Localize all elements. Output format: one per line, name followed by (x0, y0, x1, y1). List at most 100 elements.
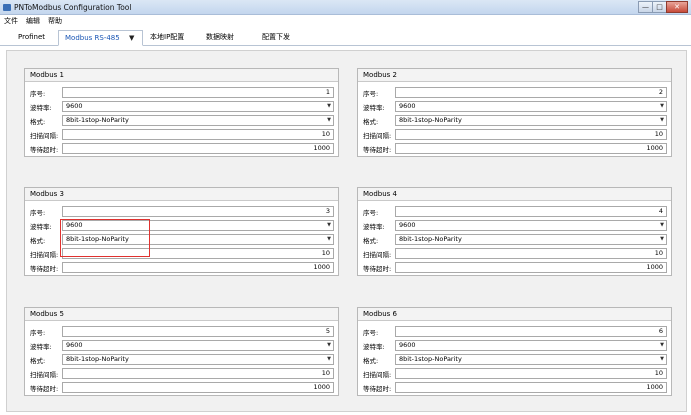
format-select[interactable]: 8bit-1stop-NoParity ▼ (395, 115, 667, 126)
baud-select[interactable]: 9600 ▼ (395, 220, 667, 231)
label-index: 序号: (30, 209, 46, 217)
baud-select[interactable]: 9600 ▼ (62, 340, 334, 351)
chevron-down-icon[interactable]: ▼ (327, 102, 331, 111)
label-format: 格式: (30, 357, 46, 365)
index-input[interactable]: 6 (395, 326, 667, 337)
label-format: 格式: (30, 237, 46, 245)
modbus-group-3: Modbus 3 序号: 3 波特率: 9600 ▼ 格式: 8bit-1stop-No… (24, 187, 339, 276)
format-value: 8bit-1stop-NoParity (66, 355, 129, 363)
baud-select[interactable]: 9600 ▼ (395, 101, 667, 112)
label-baud: 波特率: (363, 223, 385, 231)
chevron-down-icon[interactable]: ▼ (660, 102, 664, 111)
label-index: 序号: (30, 329, 46, 337)
scan-interval-input[interactable]: 10 (395, 248, 667, 259)
chevron-down-icon[interactable]: ▼ (660, 116, 664, 125)
menu-edit[interactable]: 编辑 (26, 15, 40, 27)
tab-profinet[interactable]: Profinet (12, 30, 51, 46)
format-value: 8bit-1stop-NoParity (399, 116, 462, 124)
label-index: 序号: (363, 329, 379, 337)
chevron-down-icon[interactable]: ▼ (660, 341, 664, 350)
timeout-input[interactable]: 1000 (62, 262, 334, 273)
index-input[interactable]: 4 (395, 206, 667, 217)
label-scan: 扫描间隔: (363, 371, 392, 379)
label-format: 格式: (363, 118, 379, 126)
window-title: PNToModbus Configuration Tool (14, 3, 132, 12)
label-scan: 扫描间隔: (363, 251, 392, 259)
minimize-button[interactable]: — (638, 1, 653, 13)
chevron-down-icon[interactable]: ▼ (660, 355, 664, 364)
timeout-input[interactable]: 1000 (395, 382, 667, 393)
chevron-down-icon[interactable]: ▼ (327, 355, 331, 364)
menu-help[interactable]: 帮助 (48, 15, 62, 27)
label-format: 格式: (30, 118, 46, 126)
modbus-group-2: Modbus 2 序号: 2 波特率: 9600 ▼ 格式: 8bit-1stop-No… (357, 68, 672, 157)
timeout-input[interactable]: 1000 (62, 143, 334, 154)
label-timeout: 等待超时: (363, 265, 392, 273)
maximize-button[interactable]: □ (652, 1, 667, 13)
group-title: Modbus 2 (358, 69, 671, 82)
index-input[interactable]: 1 (62, 87, 334, 98)
chevron-down-icon[interactable]: ▼ (327, 235, 331, 244)
chevron-down-icon[interactable]: ▼ (660, 221, 664, 230)
modbus-group-5: Modbus 5 序号: 5 波特率: 9600 ▼ 格式: 8bit-1stop-No… (24, 307, 339, 396)
scan-interval-input[interactable]: 10 (62, 368, 334, 379)
baud-select[interactable]: 9600 ▼ (62, 220, 334, 231)
label-timeout: 等待超时: (363, 146, 392, 154)
label-baud: 波特率: (363, 104, 385, 112)
modbus-group-6: Modbus 6 序号: 6 波特率: 9600 ▼ 格式: 8bit-1stop-No… (357, 307, 672, 396)
scan-interval-input[interactable]: 10 (395, 368, 667, 379)
format-select[interactable]: 8bit-1stop-NoParity ▼ (395, 234, 667, 245)
format-value: 8bit-1stop-NoParity (399, 235, 462, 243)
format-value: 8bit-1stop-NoParity (66, 116, 129, 124)
menu-file[interactable]: 文件 (4, 15, 18, 27)
timeout-input[interactable]: 1000 (395, 262, 667, 273)
label-baud: 波特率: (363, 343, 385, 351)
chevron-down-icon[interactable]: ▼ (129, 31, 134, 45)
tab-config-download[interactable]: 配置下发 (256, 30, 296, 46)
baud-value: 9600 (399, 221, 416, 229)
label-index: 序号: (363, 90, 379, 98)
label-baud: 波特率: (30, 343, 52, 351)
label-baud: 波特率: (30, 104, 52, 112)
tab-local-ip[interactable]: 本地IP配置 (144, 30, 190, 46)
chevron-down-icon[interactable]: ▼ (660, 235, 664, 244)
label-baud: 波特率: (30, 223, 52, 231)
format-value: 8bit-1stop-NoParity (66, 235, 129, 243)
tab-data-mapping[interactable]: 数据映射 (200, 30, 240, 46)
baud-value: 9600 (399, 341, 416, 349)
scan-interval-input[interactable]: 10 (62, 248, 334, 259)
tab-modbus-rs485-label: Modbus RS-485 (65, 34, 120, 42)
baud-value: 9600 (399, 102, 416, 110)
timeout-input[interactable]: 1000 (62, 382, 334, 393)
group-title: Modbus 3 (25, 188, 338, 201)
baud-value: 9600 (66, 341, 83, 349)
timeout-input[interactable]: 1000 (395, 143, 667, 154)
chevron-down-icon[interactable]: ▼ (327, 221, 331, 230)
chevron-down-icon[interactable]: ▼ (327, 341, 331, 350)
label-format: 格式: (363, 237, 379, 245)
scan-interval-input[interactable]: 10 (62, 129, 334, 140)
label-index: 序号: (30, 90, 46, 98)
close-button[interactable]: ✕ (666, 1, 688, 13)
tab-modbus-rs485[interactable]: Modbus RS-485 ▼ (58, 30, 143, 46)
format-select[interactable]: 8bit-1stop-NoParity ▼ (62, 115, 334, 126)
label-timeout: 等待超时: (30, 146, 59, 154)
format-select[interactable]: 8bit-1stop-NoParity ▼ (62, 354, 334, 365)
index-input[interactable]: 5 (62, 326, 334, 337)
menu-bar: 文件 编辑 帮助 (0, 15, 691, 27)
title-bar: PNToModbus Configuration Tool — □ ✕ (0, 0, 691, 15)
label-scan: 扫描间隔: (30, 251, 59, 259)
label-scan: 扫描间隔: (30, 371, 59, 379)
index-input[interactable]: 3 (62, 206, 334, 217)
baud-value: 9600 (66, 221, 83, 229)
scan-interval-input[interactable]: 10 (395, 129, 667, 140)
tab-bar: Profinet Modbus RS-485 ▼ 本地IP配置 数据映射 配置下… (0, 27, 691, 46)
format-select[interactable]: 8bit-1stop-NoParity ▼ (395, 354, 667, 365)
window-controls: — □ ✕ (638, 1, 688, 13)
label-timeout: 等待超时: (363, 385, 392, 393)
baud-select[interactable]: 9600 ▼ (395, 340, 667, 351)
format-select[interactable]: 8bit-1stop-NoParity ▼ (62, 234, 334, 245)
chevron-down-icon[interactable]: ▼ (327, 116, 331, 125)
index-input[interactable]: 2 (395, 87, 667, 98)
baud-select[interactable]: 9600 ▼ (62, 101, 334, 112)
